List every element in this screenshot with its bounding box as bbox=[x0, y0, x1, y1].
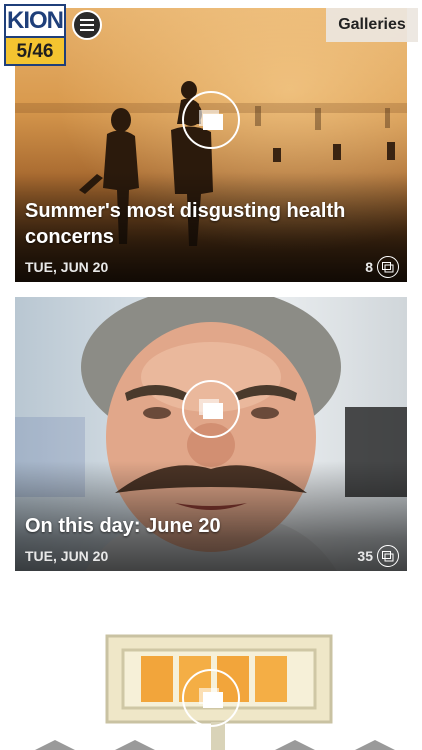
gallery-stack-icon bbox=[182, 669, 240, 727]
gallery-title[interactable]: Summer's most disgusting health concerns bbox=[25, 198, 387, 250]
gallery-card[interactable]: On this day: June 20 TUE, JUN 20 35 bbox=[15, 297, 407, 571]
gallery-stack-icon bbox=[182, 91, 240, 149]
photo-count-value: 8 bbox=[365, 259, 373, 275]
kion-logo[interactable]: KION 5/46 bbox=[4, 4, 66, 66]
app-screen: KION 5/46 Galleries Summer's most disgus… bbox=[0, 0, 422, 750]
photo-count: 8 bbox=[365, 256, 399, 278]
gallery-title[interactable]: On this day: June 20 bbox=[25, 513, 387, 539]
gallery-date: TUE, JUN 20 bbox=[25, 548, 109, 564]
logo-text-top: KION bbox=[6, 6, 64, 36]
photo-count-value: 35 bbox=[357, 548, 373, 564]
gallery-stack-icon bbox=[182, 380, 240, 438]
logo-text-bottom: 5/46 bbox=[6, 36, 64, 64]
gallery-date: TUE, JUN 20 bbox=[25, 259, 109, 275]
gallery-card[interactable] bbox=[15, 606, 407, 750]
photo-count: 35 bbox=[357, 545, 399, 567]
hamburger-menu-icon bbox=[80, 19, 94, 31]
photo-count-icon bbox=[377, 256, 399, 278]
galleries-button[interactable]: Galleries bbox=[326, 8, 418, 42]
menu-button[interactable] bbox=[72, 10, 102, 40]
photo-count-icon bbox=[377, 545, 399, 567]
gallery-card[interactable]: Summer's most disgusting health concerns… bbox=[15, 8, 407, 282]
